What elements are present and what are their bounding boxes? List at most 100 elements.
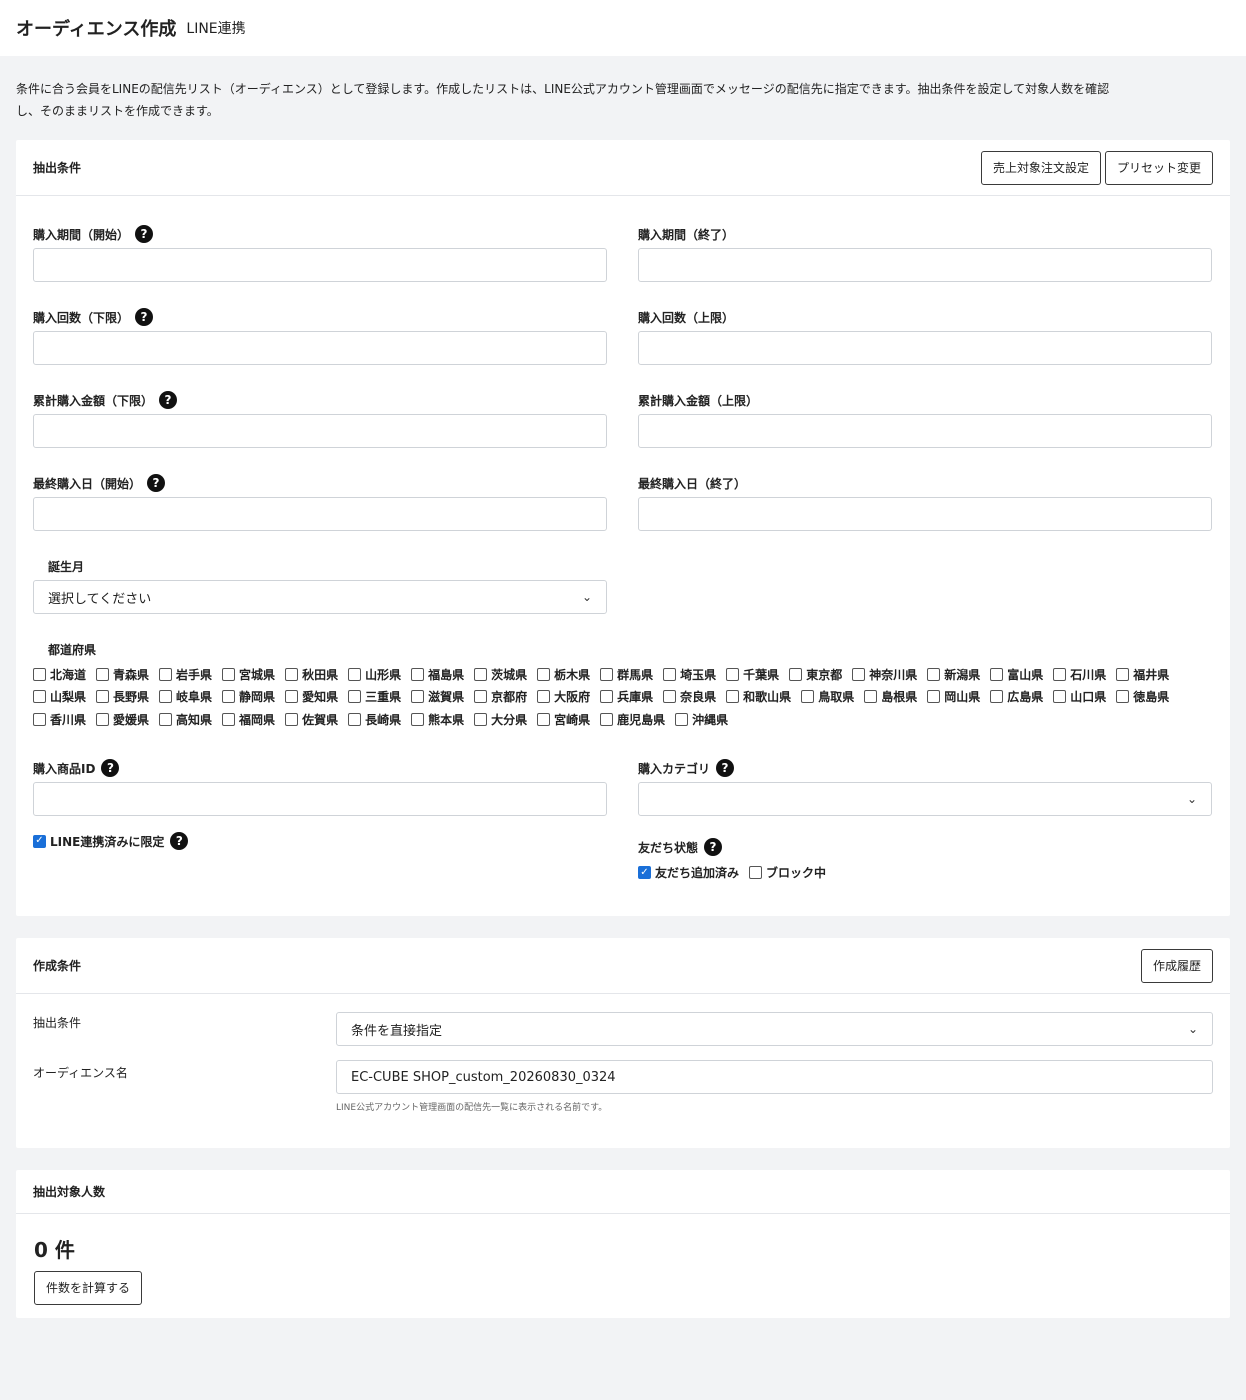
prefecture-option[interactable]: 石川県 (1053, 663, 1106, 686)
prefecture-option[interactable]: 愛知県 (285, 686, 338, 709)
prefecture-option[interactable]: 岩手県 (159, 663, 212, 686)
prefecture-checkbox[interactable] (222, 667, 236, 681)
prefecture-checkbox[interactable] (411, 667, 425, 681)
last-start-input[interactable] (33, 497, 607, 531)
prefecture-option[interactable]: 三重県 (348, 686, 401, 709)
prefecture-option[interactable]: 福井県 (1116, 663, 1169, 686)
audience-name-input[interactable]: EC-CUBE SHOP_custom_20260830_0324 (336, 1060, 1213, 1094)
prefecture-checkbox[interactable] (33, 667, 46, 681)
prefecture-option[interactable]: 山梨県 (33, 686, 86, 709)
help-icon[interactable]: ? (704, 838, 723, 856)
prefecture-option[interactable]: 広島県 (990, 686, 1043, 709)
prefecture-option[interactable]: 山口県 (1053, 686, 1106, 709)
help-icon[interactable]: ? (147, 474, 166, 492)
prefecture-checkbox[interactable] (96, 690, 110, 704)
prefecture-option[interactable]: 山形県 (348, 663, 401, 686)
prefecture-option[interactable]: 長野県 (96, 686, 149, 709)
prefecture-checkbox[interactable] (474, 690, 488, 704)
prefecture-option[interactable]: 岐阜県 (159, 686, 212, 709)
prefecture-checkbox[interactable] (663, 690, 677, 704)
prefecture-checkbox[interactable] (801, 690, 815, 704)
prefecture-option[interactable]: 静岡県 (222, 686, 275, 709)
prefecture-checkbox[interactable] (663, 667, 677, 681)
prefecture-option[interactable]: 宮城県 (222, 663, 275, 686)
prefecture-checkbox[interactable] (864, 690, 878, 704)
prefecture-option[interactable]: 鳥取県 (801, 686, 854, 709)
prefecture-checkbox[interactable] (159, 667, 173, 681)
prefecture-option[interactable]: 京都府 (474, 686, 527, 709)
prefecture-option[interactable]: 大阪府 (537, 686, 590, 709)
prefecture-option[interactable]: 長崎県 (348, 708, 401, 731)
prefecture-checkbox[interactable] (990, 690, 1004, 704)
prefecture-checkbox[interactable] (675, 712, 689, 726)
condition-select[interactable]: 条件を直接指定 ⌄ (336, 1012, 1213, 1046)
prefecture-option[interactable]: 鹿児島県 (600, 708, 665, 731)
prefecture-option[interactable]: 沖縄県 (675, 708, 728, 731)
product-id-input[interactable] (33, 782, 607, 816)
prefecture-option[interactable]: 秋田県 (285, 663, 338, 686)
friend-added-checkbox[interactable]: ✓ (638, 866, 651, 879)
prefecture-checkbox[interactable] (411, 690, 425, 704)
prefecture-option[interactable]: 青森県 (96, 663, 149, 686)
help-icon[interactable]: ? (135, 225, 154, 243)
prefecture-checkbox[interactable] (222, 690, 236, 704)
prefecture-option[interactable]: 千葉県 (726, 663, 779, 686)
prefecture-checkbox[interactable] (927, 667, 941, 681)
prefecture-option[interactable]: 香川県 (33, 708, 86, 731)
purchase-end-input[interactable] (638, 248, 1212, 282)
prefecture-checkbox[interactable] (348, 667, 362, 681)
help-icon[interactable]: ? (716, 759, 735, 777)
prefecture-checkbox[interactable] (474, 667, 488, 681)
prefecture-checkbox[interactable] (600, 712, 614, 726)
last-end-input[interactable] (638, 497, 1212, 531)
prefecture-checkbox[interactable] (726, 690, 740, 704)
prefecture-option[interactable]: 宮崎県 (537, 708, 590, 731)
prefecture-option[interactable]: 富山県 (990, 663, 1043, 686)
prefecture-checkbox[interactable] (927, 690, 941, 704)
prefecture-checkbox[interactable] (789, 667, 803, 681)
calculate-count-button[interactable]: 件数を計算する (34, 1271, 143, 1305)
prefecture-option[interactable]: 徳島県 (1116, 686, 1169, 709)
prefecture-option[interactable]: 大分県 (474, 708, 527, 731)
prefecture-option[interactable]: 滋賀県 (411, 686, 464, 709)
prefecture-checkbox[interactable] (96, 712, 110, 726)
preset-change-button[interactable]: プリセット変更 (1104, 150, 1213, 185)
prefecture-option[interactable]: 高知県 (159, 708, 212, 731)
prefecture-checkbox[interactable] (537, 712, 551, 726)
prefecture-checkbox[interactable] (285, 712, 299, 726)
prefecture-checkbox[interactable] (159, 690, 173, 704)
prefecture-option[interactable]: 佐賀県 (285, 708, 338, 731)
prefecture-option[interactable]: 熊本県 (411, 708, 464, 731)
prefecture-checkbox[interactable] (411, 712, 425, 726)
prefecture-checkbox[interactable] (600, 667, 614, 681)
prefecture-option[interactable]: 北海道 (33, 663, 86, 686)
prefecture-option[interactable]: 新潟県 (927, 663, 980, 686)
prefecture-checkbox[interactable] (222, 712, 236, 726)
prefecture-option[interactable]: 埼玉県 (663, 663, 716, 686)
prefecture-checkbox[interactable] (600, 690, 614, 704)
prefecture-checkbox[interactable] (96, 667, 110, 681)
prefecture-checkbox[interactable] (990, 667, 1004, 681)
sales-target-settings-button[interactable]: 売上対象注文設定 (980, 150, 1101, 185)
amount-min-input[interactable] (33, 414, 607, 448)
line-only-checkbox[interactable]: ✓ (33, 834, 46, 848)
prefecture-checkbox[interactable] (348, 690, 362, 704)
help-icon[interactable]: ? (170, 832, 189, 850)
prefecture-option[interactable]: 和歌山県 (726, 686, 791, 709)
prefecture-option[interactable]: 愛媛県 (96, 708, 149, 731)
prefecture-checkbox[interactable] (537, 667, 551, 681)
prefecture-checkbox[interactable] (1053, 667, 1067, 681)
prefecture-option[interactable]: 群馬県 (600, 663, 653, 686)
prefecture-checkbox[interactable] (474, 712, 488, 726)
prefecture-option[interactable]: 東京都 (789, 663, 842, 686)
prefecture-option[interactable]: 福岡県 (222, 708, 275, 731)
prefecture-checkbox[interactable] (537, 690, 551, 704)
category-select[interactable]: ⌄ (638, 782, 1212, 816)
count-min-input[interactable] (33, 331, 607, 365)
prefecture-checkbox[interactable] (1116, 690, 1130, 704)
blocked-checkbox[interactable] (749, 866, 763, 879)
prefecture-option[interactable]: 茨城県 (474, 663, 527, 686)
prefecture-option[interactable]: 奈良県 (663, 686, 716, 709)
prefecture-checkbox[interactable] (726, 667, 740, 681)
birth-month-select[interactable]: 選択してください ⌄ (33, 580, 607, 614)
